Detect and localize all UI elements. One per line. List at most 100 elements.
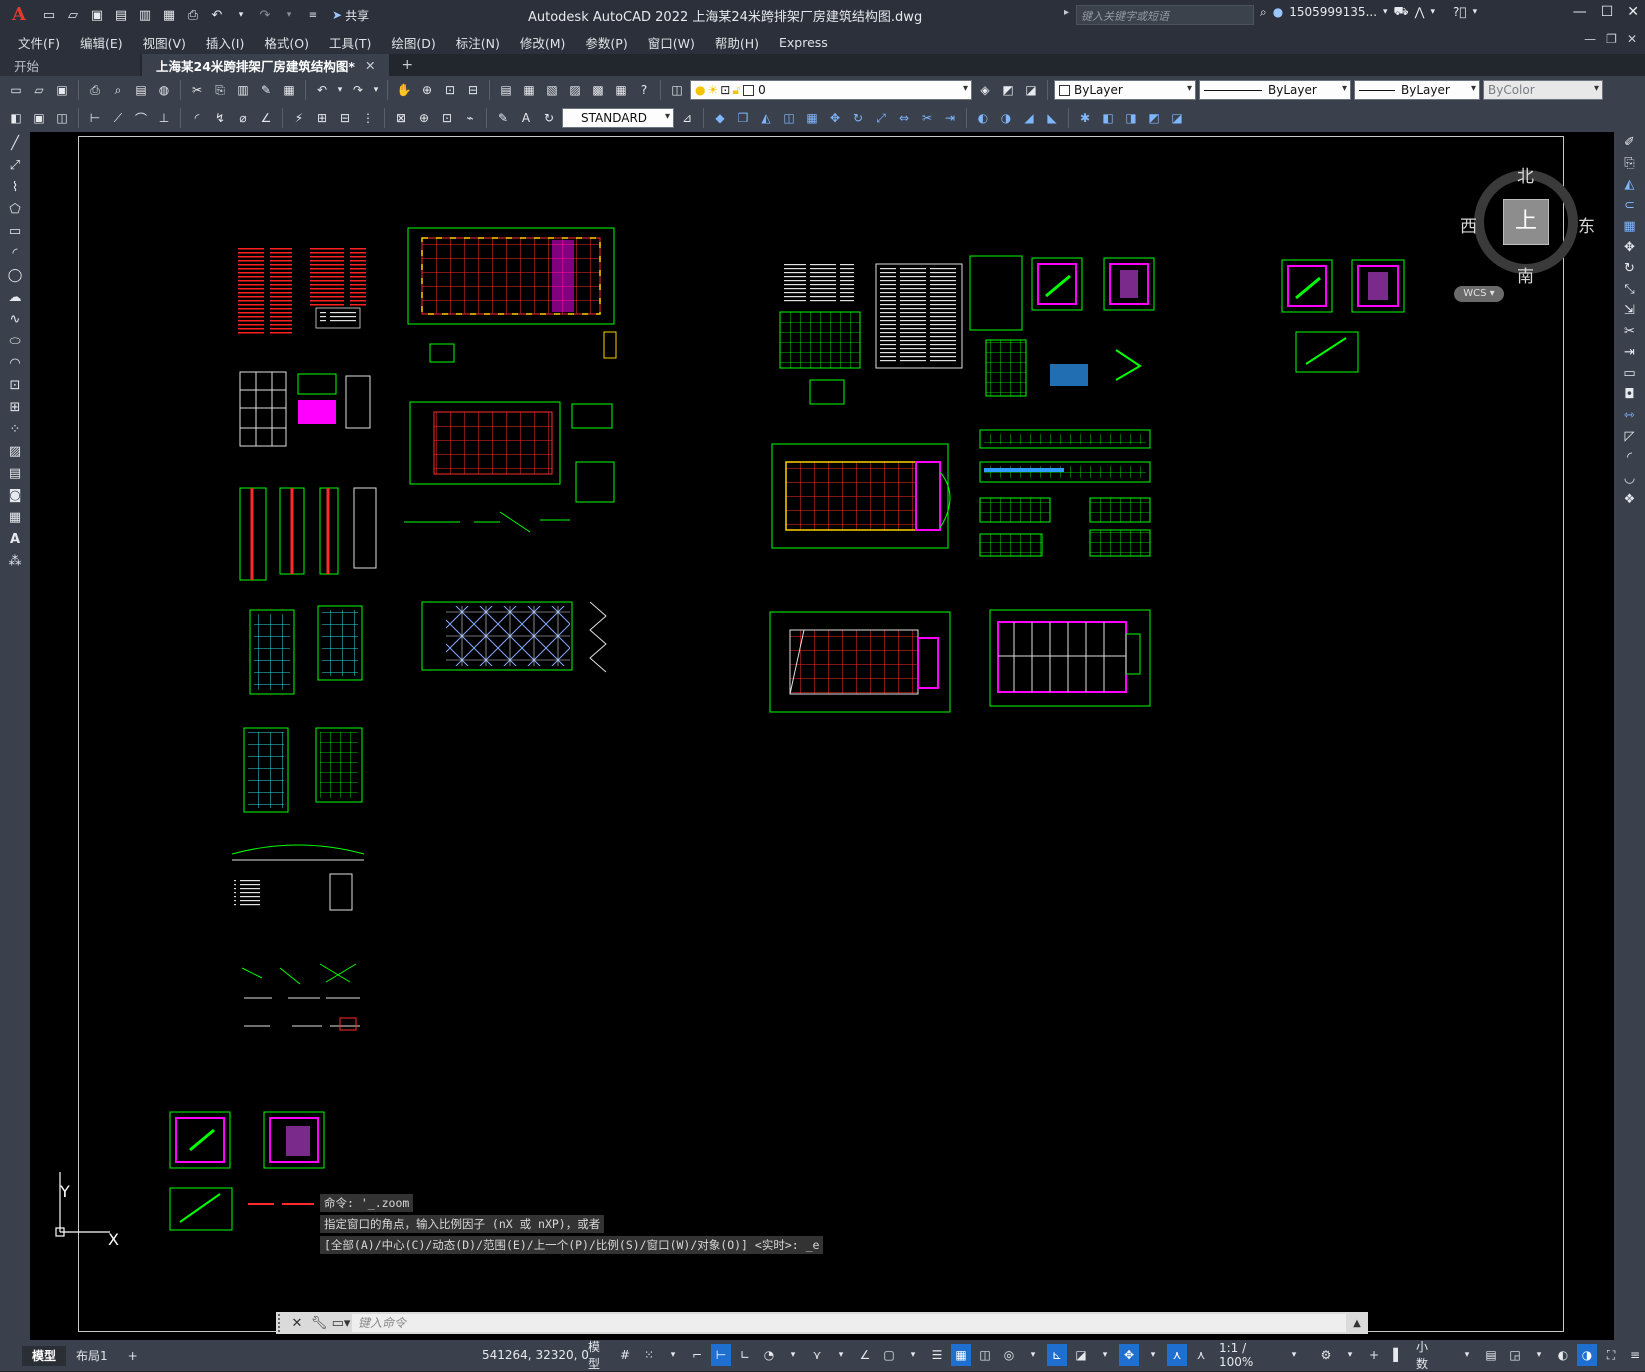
cut-icon[interactable]: ✂ — [187, 80, 207, 100]
dim-ordinate-icon[interactable]: ⊥ — [154, 108, 174, 128]
layout-tab-model[interactable]: 模型 — [22, 1345, 67, 1366]
insert-block-icon[interactable]: ⊡ — [0, 374, 30, 396]
pan-icon[interactable]: ✋ — [394, 80, 414, 100]
open-file-icon[interactable]: ▱ — [62, 4, 84, 26]
quick-properties-icon[interactable]: ▤ — [1481, 1344, 1501, 1366]
break-at-point-icon[interactable]: ◘ — [1614, 384, 1645, 405]
menu-dimension[interactable]: 标注(N) — [446, 33, 510, 52]
extend-icon[interactable]: ⇥ — [1614, 342, 1645, 363]
user-dropdown-icon[interactable]: ▾ — [1383, 7, 1388, 17]
send-back-icon[interactable]: ◩ — [1144, 108, 1164, 128]
menu-draw[interactable]: 绘图(D) — [381, 33, 445, 52]
chamfer-icon[interactable]: ◢ — [1019, 108, 1039, 128]
annotation-visibility-icon[interactable]: ⋏ — [1166, 1344, 1187, 1366]
ellipse-arc-icon[interactable]: ◠ — [0, 352, 30, 374]
compass-east-label[interactable]: 东 — [1578, 212, 1595, 237]
copy-object-icon[interactable]: ❐ — [733, 108, 753, 128]
units-dropdown-icon[interactable]: ▾ — [1457, 1344, 1477, 1366]
compass-west-label[interactable]: 西 — [1460, 212, 1477, 237]
inspect-icon[interactable]: ⊡ — [437, 108, 457, 128]
point-icon[interactable]: ⁘ — [0, 418, 30, 440]
search-icon[interactable]: ⌕ — [1260, 5, 1267, 20]
recent-commands-icon[interactable]: ▭▾ — [330, 1316, 352, 1331]
break-icon[interactable]: ◐ — [973, 108, 993, 128]
layer-dropdown[interactable]: ● ☀ ⊡ 🔓︎ 0 ▾ — [690, 80, 972, 100]
blend-curves-icon[interactable]: ◡ — [1614, 468, 1645, 489]
region-icon[interactable]: ◙ — [0, 484, 30, 506]
revision-cloud-icon[interactable]: ☁ — [0, 286, 30, 308]
help-icon[interactable]: ? — [634, 80, 654, 100]
construction-line-icon[interactable]: ⤢ — [0, 154, 30, 176]
polar-dropdown-icon[interactable]: ▾ — [783, 1344, 803, 1366]
plot-icon[interactable]: ⎙ — [85, 80, 105, 100]
hatch-icon[interactable]: ▨ — [0, 440, 30, 462]
dim-text-edit-icon[interactable]: A — [516, 108, 536, 128]
block-editor-icon[interactable]: ▦ — [279, 80, 299, 100]
command-line-grip[interactable] — [278, 1314, 286, 1332]
menu-help[interactable]: 帮助(H) — [705, 33, 769, 52]
move-icon[interactable]: ✥ — [1614, 237, 1645, 258]
user-account-label[interactable]: 1505999135... — [1289, 5, 1377, 19]
model-space-toggle[interactable]: 模型 — [586, 1340, 611, 1371]
plot-preview-icon[interactable]: ⌕ — [108, 80, 128, 100]
cursor-coordinates[interactable]: 541264, 32320, 0 — [482, 1348, 589, 1362]
layer-previous-icon[interactable]: ◩ — [998, 80, 1018, 100]
transparency-icon[interactable]: ▦ — [950, 1344, 971, 1366]
menu-modify[interactable]: 修改(M) — [510, 33, 576, 52]
dim-continue-icon[interactable]: ⊟ — [335, 108, 355, 128]
break-icon[interactable]: ▭ — [1614, 363, 1645, 384]
grid-icon[interactable]: # — [615, 1344, 635, 1366]
cart-icon[interactable]: ⛟ — [1394, 4, 1409, 20]
menu-parametric[interactable]: 参数(P) — [575, 33, 637, 52]
selection-filter-dropdown-icon[interactable]: ▾ — [1095, 1344, 1115, 1366]
search-expand-icon[interactable]: ▸ — [1064, 7, 1069, 18]
join-icon[interactable]: ⇿ — [1614, 405, 1645, 426]
dim-linear-icon[interactable]: ⊢ — [85, 108, 105, 128]
rotate-icon[interactable]: ↻ — [848, 108, 868, 128]
dim-arc-icon[interactable]: ⌒ — [131, 108, 151, 128]
selection-filter-icon[interactable]: ◪ — [1071, 1344, 1091, 1366]
add-layout-icon[interactable]: + — [118, 1346, 148, 1366]
menu-insert[interactable]: 插入(I) — [196, 33, 254, 52]
new-file-icon[interactable]: ▭ — [38, 4, 60, 26]
dim-jogged-icon[interactable]: ↯ — [210, 108, 230, 128]
menu-tools[interactable]: 工具(T) — [319, 33, 381, 52]
arc-icon[interactable]: ◜ — [0, 242, 30, 264]
doc-restore-icon[interactable]: ❐ — [1606, 32, 1617, 46]
viewcube-top-face[interactable]: 上 — [1503, 199, 1549, 245]
object-snap-tracking-icon[interactable]: ∠ — [855, 1344, 875, 1366]
snap-dropdown-icon[interactable]: ▾ — [663, 1344, 683, 1366]
compass-south-label[interactable]: 南 — [1517, 262, 1534, 287]
offset-icon[interactable]: ⊂ — [1614, 195, 1645, 216]
copy-icon[interactable]: ⎘ — [210, 80, 230, 100]
polygon-icon[interactable]: ⬠ — [0, 198, 30, 220]
object-snap-icon[interactable]: ▢ — [879, 1344, 899, 1366]
chamfer-icon[interactable]: ◸ — [1614, 426, 1645, 447]
ellipse-icon[interactable]: ⬭ — [0, 330, 30, 352]
menu-view[interactable]: 视图(V) — [133, 33, 196, 52]
autocad-logo-icon[interactable]: A — [8, 4, 30, 26]
table-icon[interactable]: ▦ — [0, 506, 30, 528]
command-input[interactable]: 键入命令 — [352, 1314, 1346, 1332]
gizmo-dropdown-icon[interactable]: ▾ — [1143, 1344, 1163, 1366]
command-customize-icon[interactable]: 🔧︎ — [308, 1316, 330, 1331]
publish-icon[interactable]: ▤ — [131, 80, 151, 100]
menu-edit[interactable]: 编辑(E) — [70, 33, 133, 52]
offset-icon[interactable]: ◫ — [779, 108, 799, 128]
quick-dim-icon[interactable]: ⚡ — [289, 108, 309, 128]
3d-osnap-dropdown-icon[interactable]: ▾ — [1023, 1344, 1043, 1366]
layout-tab-layout1[interactable]: 布局1 — [66, 1346, 118, 1366]
compass-north-label[interactable]: 北 — [1517, 162, 1534, 187]
trim-icon[interactable]: ✂ — [1614, 321, 1645, 342]
isodraft-dropdown-icon[interactable]: ▾ — [831, 1344, 851, 1366]
fillet-icon[interactable]: ◜ — [1614, 447, 1645, 468]
line-icon[interactable]: ╱ — [0, 132, 30, 154]
infer-constraints-icon[interactable]: ⌐ — [687, 1344, 707, 1366]
design-center-icon[interactable]: ▦ — [519, 80, 539, 100]
stretch-icon[interactable]: ⇲ — [1614, 300, 1645, 321]
share-button[interactable]: ➤ 共享 — [332, 7, 369, 24]
isodraft-icon[interactable]: ⋎ — [807, 1344, 827, 1366]
workspace-gear-icon[interactable]: ⚙ — [1316, 1344, 1336, 1366]
help-icon[interactable]: ?⃝ — [1453, 5, 1467, 19]
dynamic-ucs-icon[interactable]: ⊾ — [1046, 1344, 1067, 1366]
